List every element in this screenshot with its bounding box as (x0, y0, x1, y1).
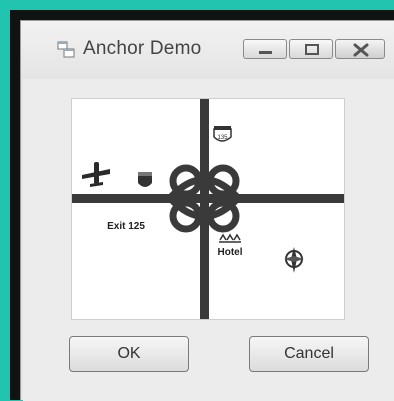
close-button[interactable] (335, 39, 385, 59)
minimize-icon (259, 51, 272, 54)
minimize-button[interactable] (243, 39, 287, 59)
hotel-label: Hotel (218, 247, 243, 258)
client-area: 135 Hotel Exit 125 OK Cancel (23, 79, 394, 401)
highway-shield-icon: 135 (213, 126, 232, 142)
close-icon (353, 43, 369, 57)
maximize-icon (305, 44, 319, 55)
map-drawing: 135 Hotel Exit 125 (72, 99, 344, 319)
ok-button[interactable]: OK (69, 336, 189, 372)
compass-icon (284, 247, 304, 273)
map-picture: 135 Hotel Exit 125 (71, 98, 345, 320)
horizontal-road (72, 194, 344, 203)
title-bar[interactable]: Anchor Demo (21, 21, 394, 79)
airplane-icon (82, 162, 110, 187)
app-window-icon (57, 41, 75, 58)
cancel-button[interactable]: Cancel (249, 336, 369, 372)
interstate-shield-icon (138, 172, 152, 187)
exit-label: Exit 125 (107, 221, 145, 232)
vertical-road (200, 99, 209, 319)
dialog-window: Anchor Demo 135 Hotel Exit 125 OK Cancel (20, 20, 394, 401)
hotel-icon (219, 233, 241, 243)
svg-text:135: 135 (217, 135, 228, 141)
maximize-button[interactable] (289, 39, 333, 59)
window-title: Anchor Demo (83, 38, 202, 59)
